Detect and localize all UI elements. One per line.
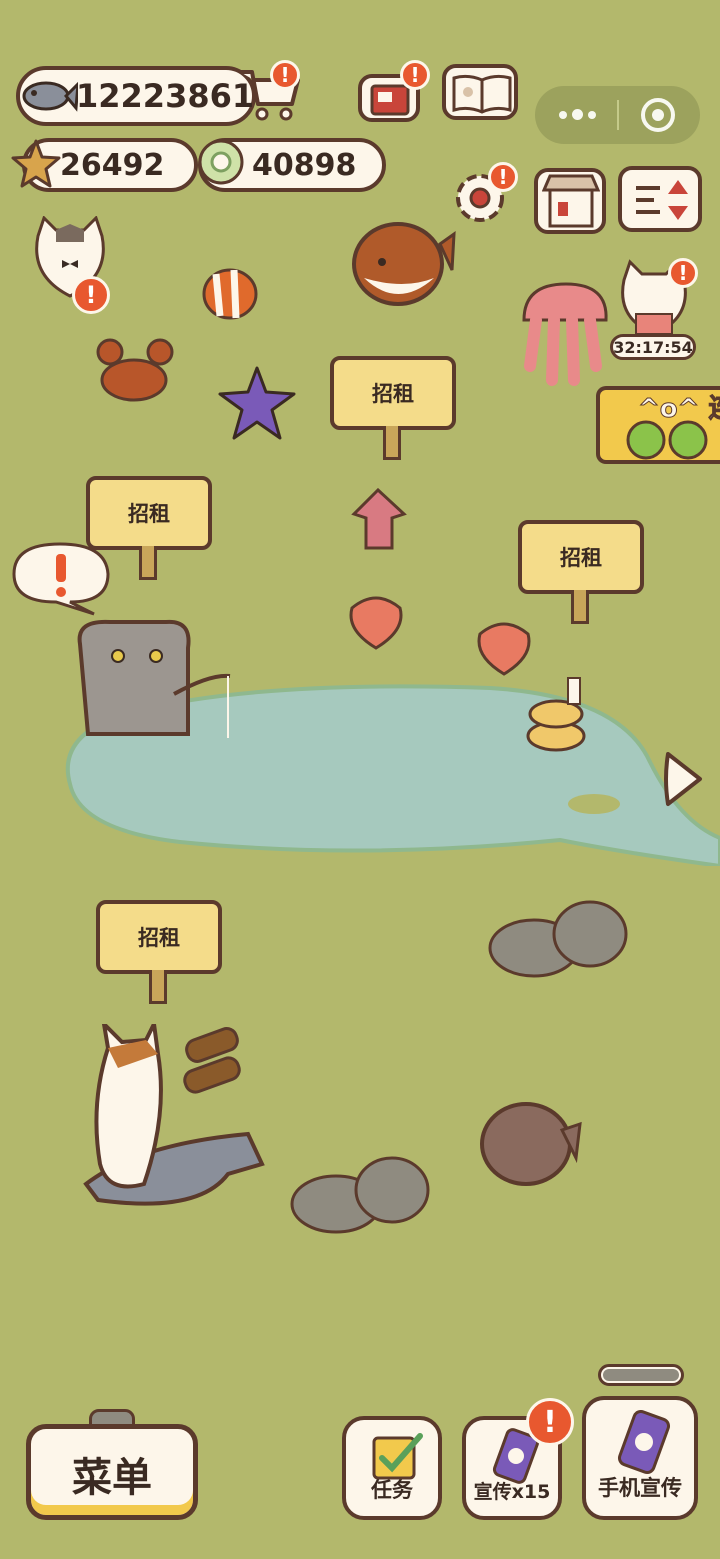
rent-sign-label: 招租 (518, 520, 644, 594)
rent-sign-label: 招租 (330, 356, 456, 430)
lucky-cat-alert-badge: ! (668, 258, 698, 288)
cart-alert-badge: ! (270, 60, 300, 90)
peas-icon (626, 420, 708, 460)
fish-amount: 12223861 (76, 77, 255, 115)
chevron-right-icon (664, 752, 702, 806)
layout-toggle-button[interactable] (618, 166, 702, 232)
cat-alert-badge: ! (72, 276, 110, 314)
sign-post (383, 426, 401, 460)
sign-post (571, 590, 589, 624)
speech-bubble-alert-icon[interactable] (10, 540, 112, 616)
more-dots-icon (572, 109, 583, 120)
store-button[interactable] (534, 168, 606, 234)
menu-button[interactable]: 菜单 (26, 1409, 198, 1520)
rent-sign-1[interactable]: 招租 (330, 356, 456, 460)
scene-progress-fill (603, 1369, 679, 1381)
jellyfish-icon[interactable] (516, 280, 612, 386)
storefront-icon (542, 174, 600, 228)
crab-icon[interactable] (90, 332, 180, 406)
guide-book-button[interactable] (442, 64, 518, 120)
rock-pile-icon (488, 900, 628, 978)
next-area-button[interactable] (662, 748, 706, 810)
purple-starfish-icon[interactable] (214, 364, 300, 444)
clownfish-icon[interactable] (194, 256, 268, 328)
phone-promote-label: 手机宣传 (598, 1476, 682, 1500)
clipboard-clip-icon (89, 1409, 135, 1427)
sort-arrows-icon (636, 180, 688, 220)
combo-banner[interactable]: ^o^ 连 (596, 386, 720, 464)
miniprogram-capsule (535, 86, 700, 144)
scene-progress-bar (598, 1364, 684, 1386)
news-button[interactable]: ! (358, 60, 430, 122)
shell-icon[interactable] (344, 590, 408, 652)
round-cookie-icon[interactable] (476, 1098, 584, 1188)
news-alert-badge: ! (400, 60, 430, 90)
waffle-stack-icon[interactable] (524, 676, 588, 754)
fishing-cat-icon[interactable] (70, 614, 240, 744)
open-book-icon (452, 74, 512, 114)
rock-pile-icon (290, 1156, 430, 1234)
checklist-icon (372, 1433, 423, 1480)
sign-post (139, 546, 157, 580)
settings-alert-badge: ! (488, 162, 518, 192)
coin-icon (198, 139, 244, 185)
rent-sign-label: 招租 (96, 900, 222, 974)
settings-button[interactable]: ! (450, 162, 518, 228)
shell-icon[interactable] (472, 616, 536, 678)
starfish-icon (11, 139, 61, 188)
pufferfish-icon[interactable] (344, 214, 456, 310)
menu-label: 菜单 (72, 1455, 152, 1501)
sign-post (149, 970, 167, 1004)
shop-cart-button[interactable]: ! (236, 60, 304, 124)
lucky-cat-reward[interactable]: ! 32:17:54 (610, 258, 700, 364)
more-dots-icon (559, 111, 567, 119)
butler-cat[interactable]: ! (30, 215, 110, 314)
rent-sign-label: 招租 (86, 476, 212, 550)
tasks-button[interactable]: 任务 (342, 1416, 442, 1520)
fish-icon (22, 81, 78, 112)
star-amount: 26492 (60, 147, 165, 183)
reward-timer: 32:17:54 (610, 334, 696, 360)
target-icon (652, 109, 664, 121)
star-counter: 26492 (11, 138, 198, 192)
close-miniprogram-button[interactable] (641, 98, 675, 132)
fish-counter: 12223861 (16, 66, 256, 126)
rent-sign-4[interactable]: 招租 (96, 900, 222, 1004)
rent-sign-3[interactable]: 招租 (518, 520, 644, 624)
newspaper-icon (370, 84, 410, 116)
phone-promote-button[interactable]: 手机宣传 (582, 1396, 698, 1520)
coin-amount: 40898 (252, 147, 357, 183)
corgi-shark-icon[interactable] (78, 1024, 268, 1226)
more-dots-icon (588, 111, 596, 119)
more-options-button[interactable] (557, 105, 601, 125)
coin-counter: 40898 (198, 138, 386, 192)
capsule-divider (617, 100, 619, 130)
promote-button[interactable]: 宣传x15 ! (462, 1398, 574, 1520)
squid-icon[interactable] (348, 488, 410, 566)
promote-alert-badge: ! (526, 1398, 574, 1446)
phone-paw-icon (617, 1410, 671, 1474)
